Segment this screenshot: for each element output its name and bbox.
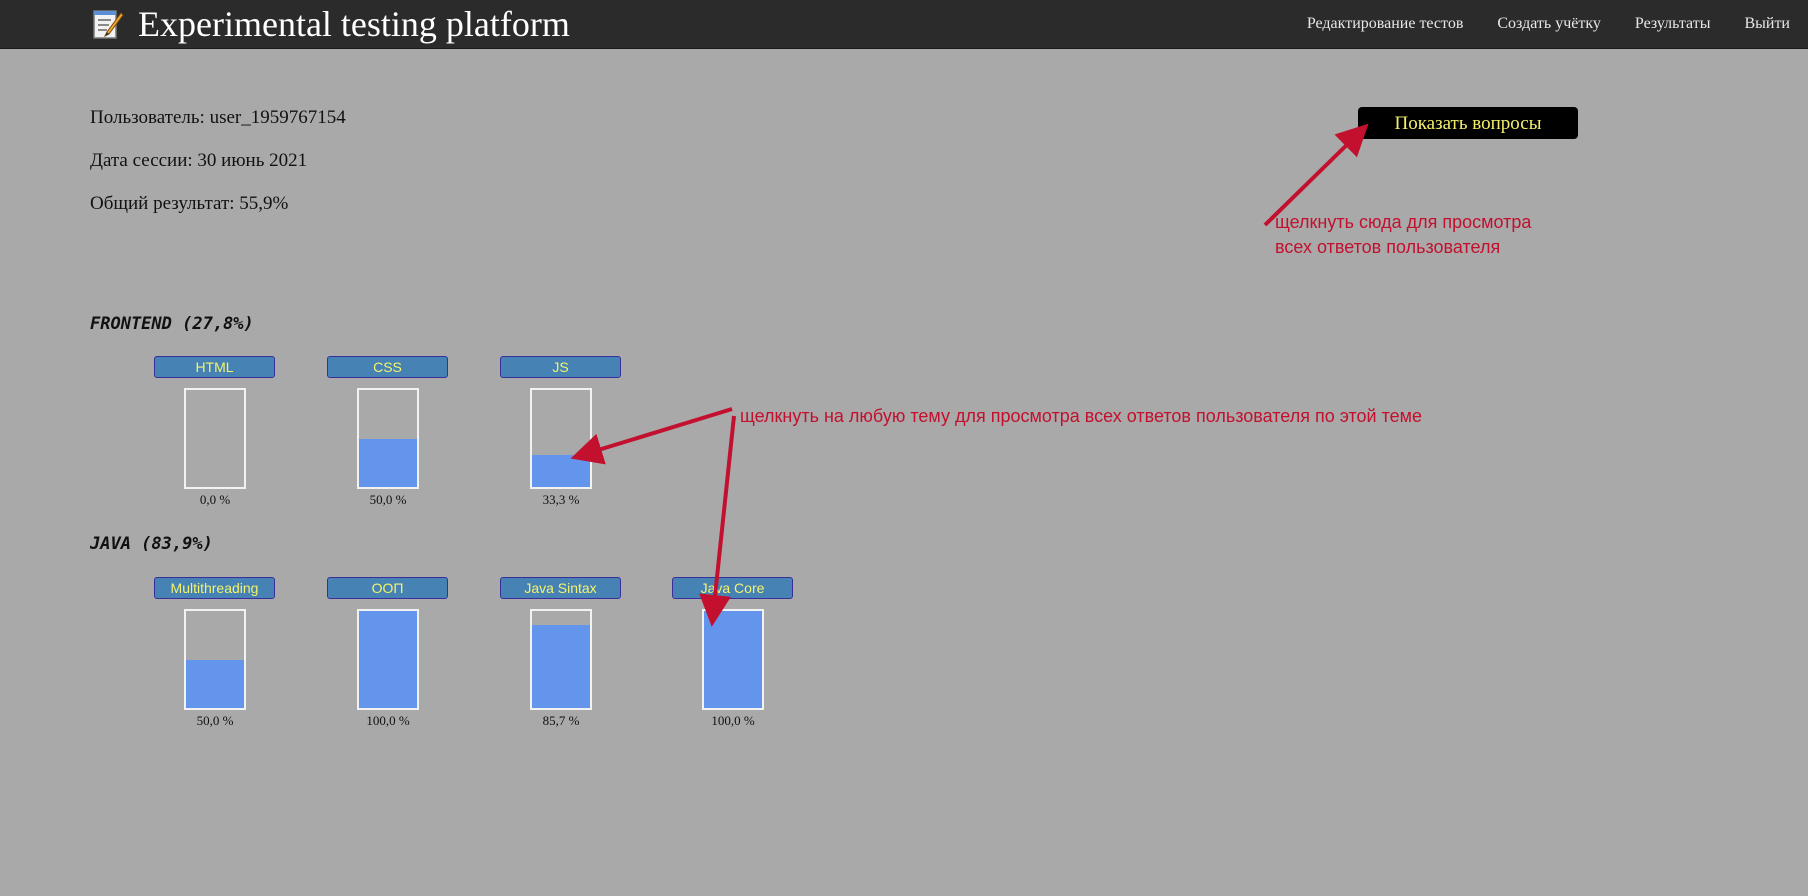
topic-button-java-sintax[interactable]: Java Sintax (500, 577, 621, 599)
app-title: Experimental testing platform (138, 4, 570, 44)
bar-fill-css (359, 438, 417, 487)
bar-fill-multithreading (186, 659, 244, 708)
nav-create-account[interactable]: Создать учётку (1497, 15, 1601, 33)
bar-label-multithreading: 50,0 % (196, 713, 234, 728)
bar-java-sintax (530, 609, 592, 710)
nav-logout[interactable]: Выйти (1744, 15, 1790, 33)
topic-button-java-core[interactable]: Java Core (672, 577, 793, 599)
show-hint-line1: щелкнуть сюда для просмотра (1275, 212, 1532, 232)
notepad-pencil-icon (92, 7, 124, 41)
topic-button-oop[interactable]: ООП (327, 577, 448, 599)
bar-fill-oop (359, 611, 417, 708)
bar-fill-java-sintax (532, 624, 590, 708)
nav-links: Редактирование тестов Создать учётку Рез… (1273, 0, 1790, 48)
bar-java-core (702, 609, 764, 710)
bar-fill-js (532, 454, 590, 487)
brand[interactable]: Experimental testing platform (92, 4, 570, 44)
topic-button-multithreading[interactable]: Multithreading (154, 577, 275, 599)
show-questions-hint: щелкнуть сюда для просмотра всех ответов… (1275, 210, 1531, 260)
section-title-frontend: FRONTEND (27,8%) (90, 314, 254, 334)
bar-label-oop: 100,0 % (366, 713, 410, 728)
bar-label-java-core: 100,0 % (711, 713, 755, 728)
arrow-to-js-bar (570, 407, 733, 465)
bar-multithreading (184, 609, 246, 710)
topic-button-css[interactable]: CSS (327, 356, 448, 378)
session-date: Дата сессии: 30 июнь 2021 (90, 150, 308, 171)
section-title-java: JAVA (83,9%) (90, 534, 213, 554)
bar-label-js: 33,3 % (542, 492, 580, 507)
overall-result: Общий результат: 55,9% (90, 193, 289, 214)
topic-button-js[interactable]: JS (500, 356, 621, 378)
nav-edit-tests[interactable]: Редактирование тестов (1307, 15, 1464, 33)
show-questions-button[interactable]: Показать вопросы (1358, 107, 1578, 139)
topic-hint: щелкнуть на любую тему для просмотра все… (740, 406, 1423, 426)
bar-fill-java-core (704, 611, 762, 708)
navbar: Experimental testing platform Редактиров… (0, 0, 1808, 49)
bar-oop (357, 609, 419, 710)
show-hint-line2: всех ответов пользователя (1275, 237, 1501, 257)
bar-label-css: 50,0 % (369, 492, 407, 507)
bar-js (530, 388, 592, 489)
bar-label-java-sintax: 85,7 % (542, 713, 580, 728)
bar-label-html: 0,0 % (199, 492, 231, 507)
topic-button-html[interactable]: HTML (154, 356, 275, 378)
bar-css (357, 388, 419, 489)
user-info: Пользователь: user_1959767154 (90, 107, 346, 128)
bar-html (184, 388, 246, 489)
nav-results[interactable]: Результаты (1635, 15, 1711, 33)
